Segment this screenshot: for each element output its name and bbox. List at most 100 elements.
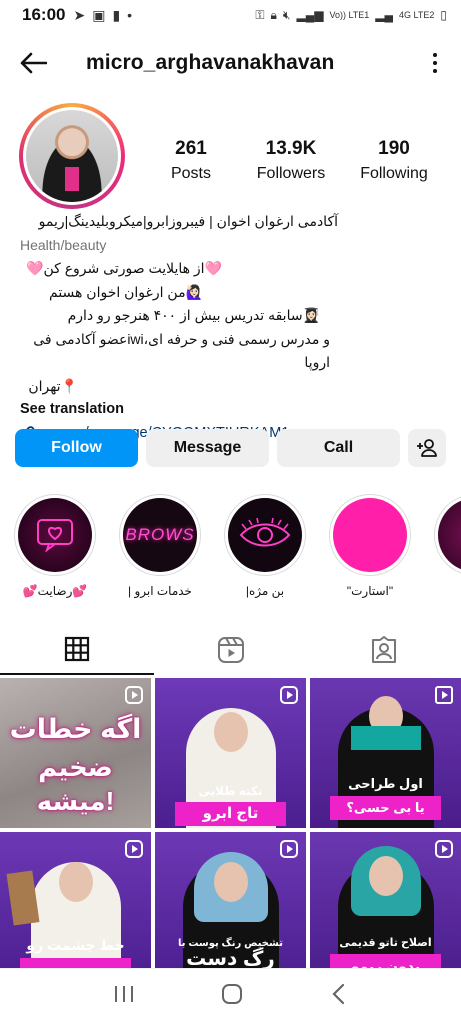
post-title: نکته طلایی [198, 784, 263, 798]
post-subtitle: رگ دست [186, 948, 275, 968]
highlight-item[interactable]: 💕رضایت💕 [14, 494, 96, 598]
highlight-caption: "استارت" [346, 584, 394, 598]
person-face [368, 856, 403, 896]
posts-count: 261 [175, 138, 207, 159]
back-nav-button[interactable] [329, 983, 349, 1010]
following-count: 190 [378, 138, 410, 159]
followers-count: 13.9K [265, 138, 317, 159]
dot-icon [433, 69, 437, 73]
highlight-item[interactable]: |بن مژه [224, 494, 306, 598]
followers-label: Followers [256, 165, 326, 182]
post-subtitle: یا بی حسی؟ [330, 796, 441, 820]
paper-prop [6, 870, 40, 926]
chevron-left-icon [331, 983, 344, 1005]
bio-line: 🩷از هایلایت صورتی شروع کن🩷 [26, 260, 222, 276]
post-thumbnail[interactable]: تشخیص رنگ پوست با رگ دست [155, 832, 306, 968]
key-icon: ⚿ [255, 7, 265, 22]
status-time: 16:00 [22, 5, 66, 24]
post-title: اصلاح تاتو قدیمی [339, 937, 432, 949]
following-label: Following [360, 165, 428, 182]
scarf-shape [350, 726, 421, 750]
telegram-icon: ➤ [73, 6, 86, 23]
post-thumbnail[interactable]: خط چشمت رو [0, 832, 151, 968]
tab-tagged[interactable] [307, 625, 461, 675]
bio-line: 🙋🏻‍♀️من ارغوان اخوان هستم [49, 283, 203, 300]
tagged-person-icon [372, 636, 397, 663]
highlight-item[interactable]: BROWS | خدمات ابرو [119, 494, 201, 598]
post-subtitle: تاج ابرو [175, 802, 286, 826]
status-bar: 16:00 ➤ ▣ ▮ • ⚿ 🔒︎ 🔇︎ ▂▄▆ Vo)) LTE1 ▂▄ 4… [0, 0, 461, 30]
reel-icon [125, 686, 143, 704]
following-stat[interactable]: 190 Following [354, 138, 434, 183]
highlight-item[interactable]: "استارت" [329, 494, 411, 598]
post-thumbnail[interactable]: اگه خطات ضخیم میشه! [0, 678, 151, 828]
story-highlights: 💕رضایت💕 BROWS | خدمات ابرو |بن مژه "استا… [14, 494, 461, 604]
network-label-2: 4G LTE2 [399, 10, 435, 20]
tab-posts-grid[interactable] [0, 625, 154, 675]
status-left-icons: ➤ ▣ ▮ • [73, 7, 132, 24]
profile-username: micro_arghavanakhavan [86, 51, 335, 74]
mute-icon: 🔇︎ [282, 7, 291, 22]
posts-grid: اگه خطات ضخیم میشه! نکته طلایی تاج ابرو … [0, 678, 461, 968]
dot-icon: • [127, 7, 133, 23]
brows-neon-text: BROWS [125, 525, 195, 544]
action-buttons: Follow Message Call [15, 429, 446, 467]
sim-icon: ▮ [112, 6, 121, 23]
highlight-caption: | خدمات ابرو [128, 584, 192, 598]
reel-icon [125, 840, 143, 858]
profile-stats: 261 Posts 13.9K Followers 190 Following [160, 138, 440, 183]
gallery-icon: ▣ [92, 6, 106, 23]
person-face [58, 862, 93, 902]
home-icon [221, 984, 242, 1004]
message-button[interactable]: Message [146, 429, 269, 467]
story-ring[interactable] [19, 103, 125, 209]
highlight-cover: BROWS [123, 498, 197, 572]
post-thumbnail[interactable]: اول طراحی یا بی حسی؟ [310, 678, 461, 828]
battery-icon: ▯ [440, 8, 447, 22]
signal-icon-2: ▂▄ [375, 8, 394, 22]
recents-icon [114, 986, 133, 1002]
post-title: اول طراحی [348, 776, 423, 791]
lock-icon: 🔒︎ [270, 7, 277, 22]
bio-name: آکادمی ارغوان اخوان | فیبروزابرو|میکروبل… [38, 213, 338, 229]
person-face [213, 862, 248, 902]
reel-icon [435, 840, 453, 858]
post-title: اگه خطات [9, 714, 142, 744]
back-button[interactable] [18, 48, 48, 78]
highlight-caption: 💕رضایت💕 [22, 584, 88, 598]
heart-chat-icon [37, 519, 73, 552]
highlight-cover [228, 498, 302, 572]
posts-stat[interactable]: 261 Posts [160, 138, 222, 183]
highlight-caption: |بن مژه [245, 584, 285, 598]
follow-button[interactable]: Follow [15, 429, 138, 467]
eye-lash-icon [239, 517, 291, 547]
post-thumbnail[interactable]: نکته طلایی تاج ابرو [155, 678, 306, 828]
reel-icon [280, 840, 298, 858]
status-right-icons: ⚿ 🔒︎ 🔇︎ ▂▄▆ Vo)) LTE1 ▂▄ 4G LTE2 ▯ [255, 8, 447, 23]
highlight-item[interactable]: ج [434, 494, 461, 598]
suggested-people-button[interactable] [408, 429, 446, 467]
highlight-caption: ج [434, 584, 461, 598]
arrow-left-icon [20, 52, 47, 74]
bio-line: 📍تهران [28, 377, 78, 394]
posts-label: Posts [170, 165, 211, 182]
see-translation-link[interactable]: See translation [20, 398, 440, 422]
followers-stat[interactable]: 13.9K Followers [246, 138, 336, 183]
post-subtitle: بدون ریمو [330, 954, 441, 968]
highlight-cover [333, 498, 407, 572]
tab-reels[interactable] [154, 625, 308, 675]
profile-bio: آکادمی ارغوان اخوان | فیبروزابرو|میکروبل… [20, 210, 440, 445]
post-thumbnail[interactable]: اصلاح تاتو قدیمی بدون ریمو [310, 832, 461, 968]
grid-icon [64, 636, 89, 662]
signal-icon: ▂▄▆ [296, 8, 324, 22]
call-button[interactable]: Call [277, 429, 400, 467]
post-subtitle: ضخیم میشه! [36, 752, 115, 816]
recent-apps-button[interactable] [113, 984, 135, 1009]
avatar [26, 110, 118, 202]
system-nav-bar [0, 968, 461, 1024]
home-button[interactable] [220, 982, 244, 1011]
profile-tabs [0, 625, 461, 675]
options-menu-button[interactable] [433, 53, 437, 73]
add-person-icon [417, 439, 437, 457]
person-face [213, 712, 248, 752]
